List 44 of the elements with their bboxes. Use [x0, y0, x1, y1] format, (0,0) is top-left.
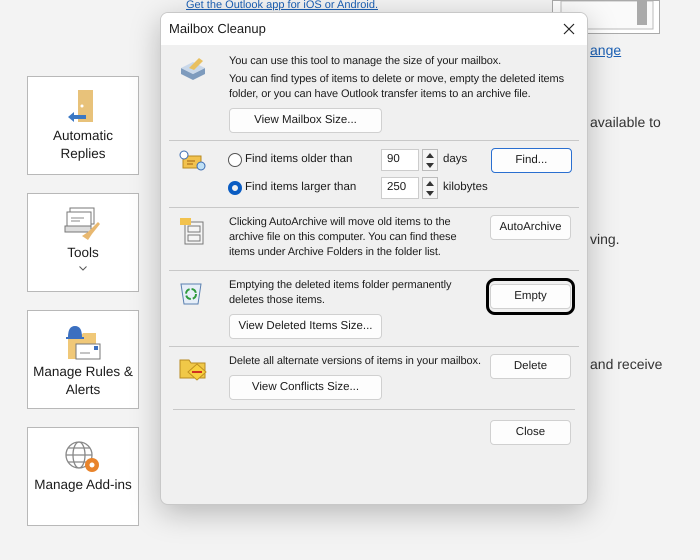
envelope-brush-icon — [64, 206, 102, 242]
number-field[interactable]: 90 — [381, 149, 420, 171]
tile-label: Manage Add-ins — [33, 476, 133, 494]
body-text: available to — [590, 113, 662, 132]
spinner-arrows-icon[interactable] — [422, 177, 438, 199]
tile-label: Manage Rules & Alerts — [32, 363, 134, 399]
view-size-button[interactable]: View Deleted Items Size... — [229, 314, 382, 339]
spinner-arrows-icon[interactable] — [422, 149, 438, 171]
bell-folder-envelope-icon — [64, 323, 102, 361]
description-text: Emptying the deleted items folder permanently deletes those items. — [229, 278, 452, 308]
action-button[interactable]: Find... — [490, 148, 572, 173]
radio-button[interactable] — [228, 181, 242, 195]
view-size-button[interactable]: View Conflicts Size... — [229, 375, 382, 400]
radio-label: Find items older than — [245, 152, 354, 168]
window-title: Mailbox Cleanup — [169, 20, 266, 38]
ribbon-tile[interactable]: Automatic Replies — [27, 76, 139, 175]
body-text: ving. — [590, 230, 621, 249]
tile-label: Automatic Replies — [52, 127, 114, 163]
action-button[interactable]: Delete — [490, 354, 571, 379]
unit-label: days — [443, 152, 468, 168]
description-text: Delete all alternate versions of items in your mailbox. — [229, 354, 482, 369]
unit-label: kilobytes — [443, 180, 488, 196]
change-link[interactable]: ange — [590, 40, 662, 61]
ribbon-tile[interactable]: Manage Rules & Alerts — [27, 310, 139, 409]
cleanup-tool-icon — [179, 56, 207, 82]
ribbon-tile[interactable]: Manage Add-ins — [27, 427, 139, 526]
radio-button[interactable] — [228, 153, 242, 167]
description-text: You can use this tool to manage the size of your mailbox. — [229, 54, 502, 69]
number-field[interactable]: 250 — [381, 177, 420, 199]
description-text: Clicking AutoArchive will move old items to the archive file on this computer. You can find these items under Archive Folders in the folder list. — [229, 215, 458, 260]
radio-label: Find items larger than — [245, 180, 358, 196]
close-button[interactable]: Close — [490, 420, 571, 445]
app-link[interactable]: Get the Outlook app for iOS or Android. — [186, 0, 378, 11]
action-button[interactable]: Empty — [490, 284, 571, 309]
body-text: and receive — [590, 355, 662, 374]
archive-cabinet-icon — [179, 217, 205, 245]
view-size-button[interactable]: View Mailbox Size... — [229, 108, 382, 133]
description-text: You can find types of items to delete or move, empty the deleted items folder, or you can have Outlook transfer items to an archive file. — [229, 72, 566, 102]
ribbon-tile[interactable]: Tools — [27, 193, 139, 292]
close-icon[interactable] — [563, 23, 575, 35]
globe-gear-icon — [64, 440, 102, 474]
clock-envelope-search-icon — [179, 150, 207, 172]
tile-label: Tools — [66, 244, 100, 262]
action-button[interactable]: AutoArchive — [490, 215, 571, 240]
